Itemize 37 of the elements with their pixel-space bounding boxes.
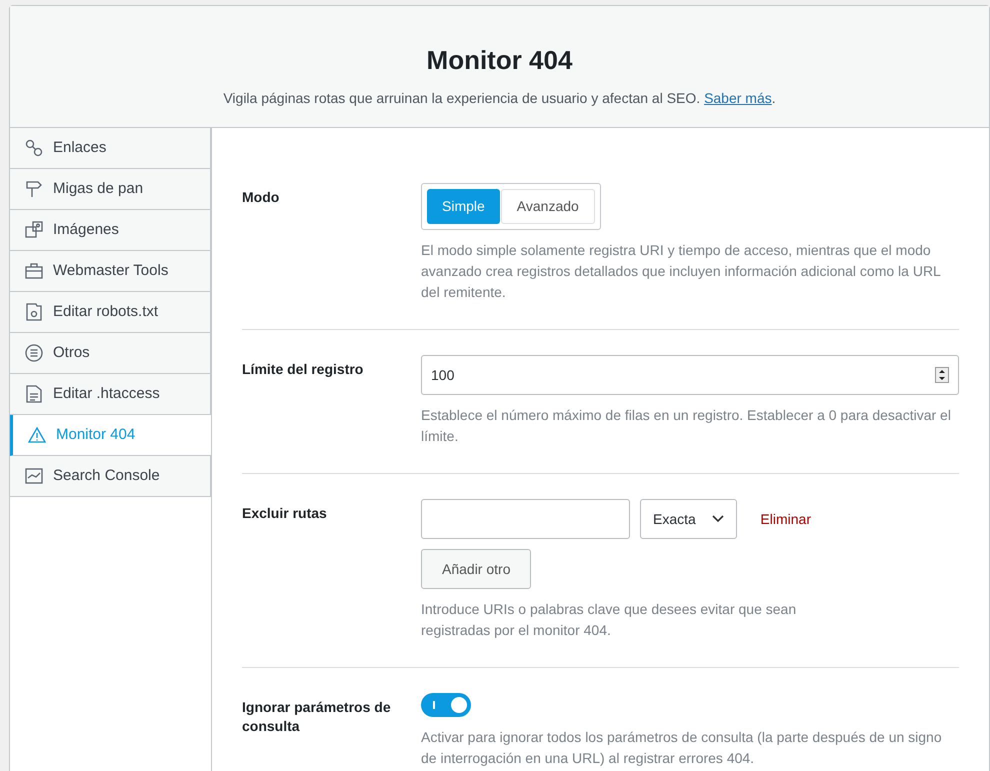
images-icon [24, 220, 44, 240]
chevron-down-icon [712, 515, 724, 523]
add-button[interactable]: Añadir otro [421, 549, 532, 589]
warning-icon [27, 425, 47, 445]
setting-label: Modo [242, 188, 280, 207]
toolbox-icon [24, 261, 44, 281]
learn-more-link[interactable]: Saber más [704, 90, 772, 106]
toggle-switch[interactable] [421, 693, 471, 717]
sidebar-item[interactable]: Editar .htaccess [10, 374, 211, 415]
help-text: Activar para ignorar todos los parámetros de consulta (la parte después de un signo de interrogación en una URL) al registrar errores 404. [421, 728, 943, 768]
spinner-icon[interactable] [935, 367, 949, 383]
help-text: Introduce URIs o palabras clave que desees evitar que sean registradas por el monitor 404. [421, 600, 798, 640]
sidebar-item[interactable]: Webmaster Tools [10, 251, 211, 292]
number-field[interactable]: 100 [421, 355, 959, 395]
help-text: El modo simple solamente registra URI y tiempo de acceso, mientras que el modo avanzado crea registros detallados que incluyen información adicional como la URL del remitente. [421, 241, 942, 302]
folder-icon [24, 302, 44, 322]
help-text: Establece el número máximo de filas en un registro. Establecer a 0 para desactivar el límite. [421, 406, 952, 446]
sidebar-item[interactable]: Enlaces [10, 128, 211, 169]
list-circle-icon [24, 343, 44, 363]
match-select[interactable]: Exacta [640, 499, 738, 539]
sidebar-item[interactable]: Editar robots.txt [10, 292, 211, 333]
document-icon [24, 384, 44, 404]
page-description: Vigila páginas rotas que arruinan la experiencia de usuario y afectan al SEO. Saber más. [223, 89, 776, 108]
sidebar-item[interactable]: Imágenes [10, 210, 211, 251]
sidebar-item[interactable]: Otros [10, 333, 211, 374]
path-input[interactable] [421, 499, 630, 539]
remove-link[interactable]: Eliminar [760, 508, 811, 530]
setting-label: Excluir rutas [242, 504, 328, 523]
sidebar-item[interactable]: Migas de pan [10, 169, 211, 210]
link-icon [24, 138, 44, 158]
chart-icon [24, 466, 44, 486]
page-title: Monitor 404 [426, 44, 572, 77]
mode-option[interactable]: Avanzado [500, 189, 595, 224]
setting-label: Ignorar parámetros de consulta [242, 698, 392, 736]
setting-label: Límite del registro [242, 360, 364, 379]
signpost-icon [24, 179, 44, 199]
sidebar-item[interactable]: Search Console [10, 456, 211, 497]
